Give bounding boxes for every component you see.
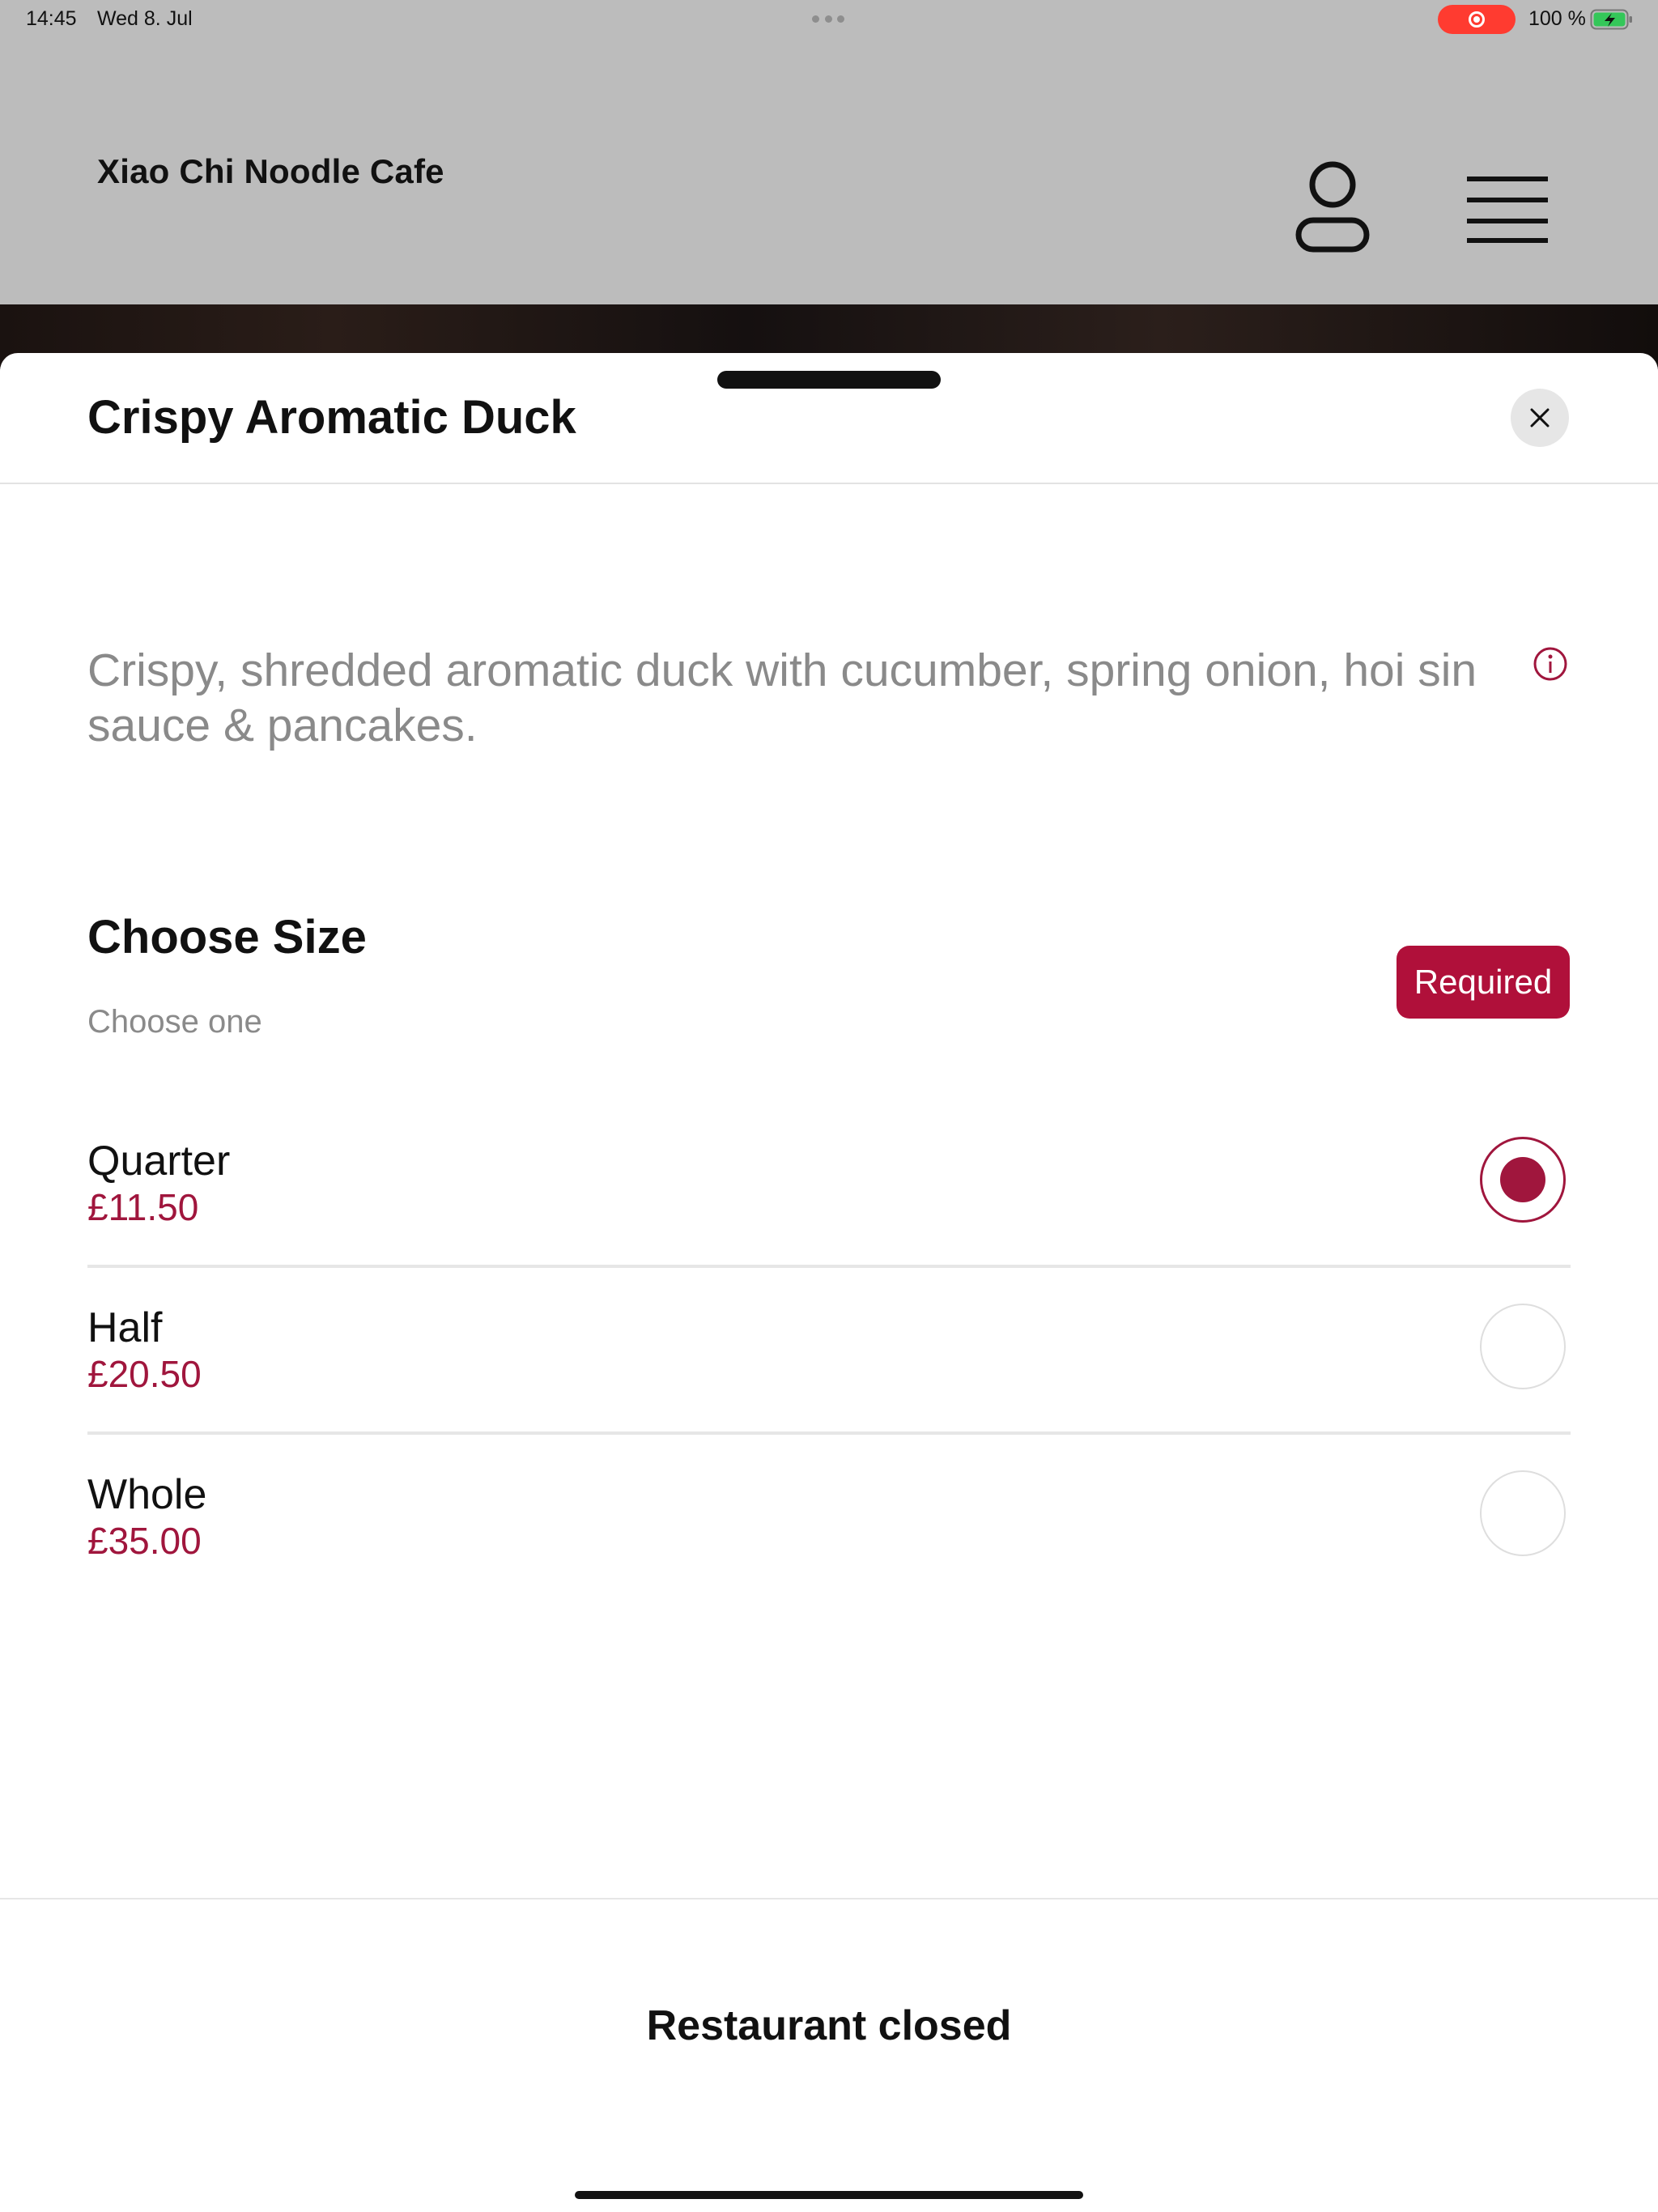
restaurant-closed-label: Restaurant closed bbox=[646, 2002, 1012, 2049]
menu-icon[interactable] bbox=[1465, 175, 1550, 245]
close-icon bbox=[1530, 408, 1550, 428]
header-divider bbox=[0, 483, 1658, 484]
status-time: 14:45 bbox=[26, 7, 77, 30]
option-label: Half bbox=[87, 1304, 163, 1351]
status-bar: 14:45 Wed 8. Jul 100 % bbox=[0, 0, 1658, 39]
radio-button[interactable] bbox=[1480, 1470, 1566, 1556]
dish-title: Crispy Aromatic Duck bbox=[87, 391, 576, 444]
radio-button-selected[interactable] bbox=[1480, 1137, 1566, 1223]
multitask-dots-icon[interactable] bbox=[812, 15, 844, 23]
required-badge: Required bbox=[1397, 946, 1570, 1019]
info-icon[interactable] bbox=[1533, 646, 1568, 682]
option-price: £20.50 bbox=[87, 1353, 202, 1395]
size-option-quarter[interactable]: Quarter £11.50 bbox=[87, 1137, 1571, 1304]
option-divider bbox=[87, 1431, 1571, 1435]
sheet-grabber[interactable] bbox=[717, 371, 941, 389]
home-indicator[interactable] bbox=[575, 2191, 1083, 2199]
option-price: £35.00 bbox=[87, 1520, 202, 1562]
size-section-subtitle: Choose one bbox=[87, 1004, 262, 1040]
size-option-half[interactable]: Half £20.50 bbox=[87, 1304, 1571, 1470]
option-label: Whole bbox=[87, 1471, 207, 1518]
restaurant-name[interactable]: Xiao Chi Noodle Cafe bbox=[97, 152, 444, 191]
size-option-whole[interactable]: Whole £35.00 bbox=[87, 1470, 1571, 1637]
battery-charging-icon bbox=[1590, 9, 1632, 30]
app-screen: 14:45 Wed 8. Jul 100 % Xiao Chi Noodle C… bbox=[0, 0, 1658, 2212]
option-label: Quarter bbox=[87, 1138, 231, 1185]
dish-description: Crispy, shredded aromatic duck with cucu… bbox=[87, 644, 1477, 751]
size-section-title: Choose Size bbox=[87, 911, 367, 963]
option-price: £11.50 bbox=[87, 1186, 199, 1228]
radio-button[interactable] bbox=[1480, 1304, 1566, 1389]
option-divider bbox=[87, 1265, 1571, 1268]
app-header: Xiao Chi Noodle Cafe bbox=[0, 39, 1658, 304]
screen-recording-icon[interactable] bbox=[1438, 5, 1516, 34]
profile-icon[interactable] bbox=[1294, 160, 1371, 254]
battery-percentage: 100 % bbox=[1528, 7, 1586, 30]
footer-divider bbox=[0, 1898, 1658, 1899]
close-button[interactable] bbox=[1511, 389, 1569, 447]
item-detail-sheet: Crispy Aromatic Duck Crispy, shredded ar… bbox=[0, 353, 1658, 2212]
status-date: Wed 8. Jul bbox=[97, 7, 193, 30]
